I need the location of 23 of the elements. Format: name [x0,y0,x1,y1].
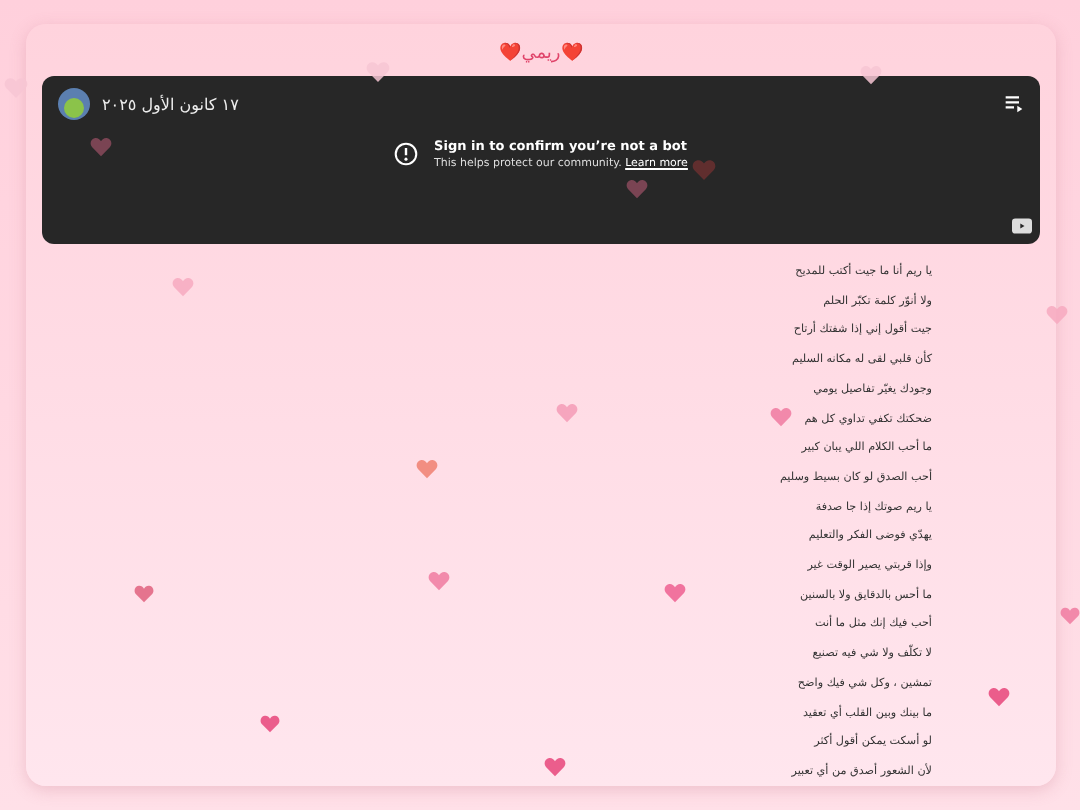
heart-icon [416,458,438,480]
youtube-icon[interactable] [1012,218,1032,234]
heart-icon [366,60,390,84]
heart-icon [626,178,648,200]
heart-icon [692,158,716,182]
heart-icon [770,406,792,428]
video-title[interactable]: ١٧ كانون الأول ٢٠٢٥ [102,95,239,113]
heart-icon [1046,304,1068,326]
alert-icon [394,142,419,166]
heart-icon [172,276,194,298]
playlist-icon[interactable] [1004,94,1024,114]
avatar-icon[interactable] [58,88,90,120]
heart-icon [134,584,154,604]
heart-icon [90,136,112,158]
heart-icon [556,402,578,424]
heart-icon [860,64,882,86]
heart-icon [544,756,566,778]
page-title: ❤ريمي❤ [497,42,585,64]
heart-icon [988,686,1010,708]
heart-icon [260,714,280,734]
heart-icon [428,570,450,592]
heart-icon [1060,606,1080,626]
heart-icon [664,582,686,604]
